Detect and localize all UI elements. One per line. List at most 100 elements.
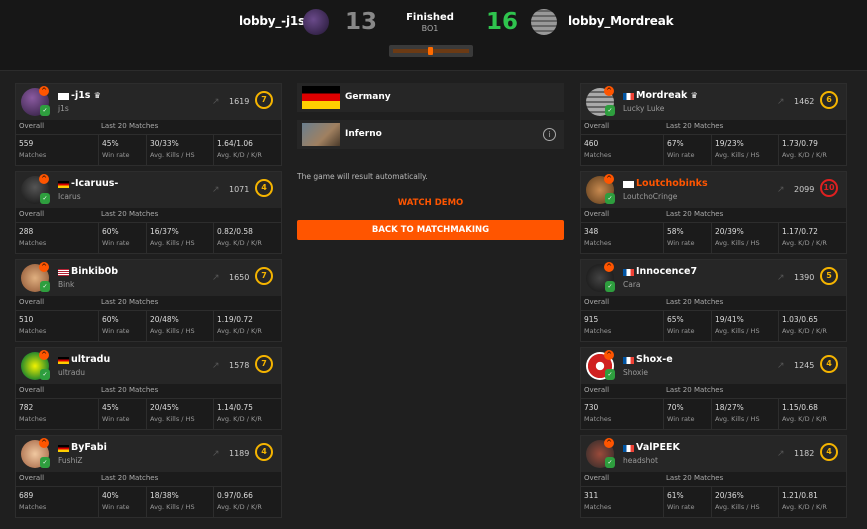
back-to-matchmaking-button[interactable]: BACK TO MATCHMAKING	[297, 220, 564, 240]
stats-section-header: Overall Last 20 Matches	[16, 473, 281, 485]
skill-level-badge: 4	[255, 179, 273, 197]
last20-label: Last 20 Matches	[101, 474, 159, 482]
stats-row: 460 Matches 67% Win rate 19/23% Avg. Kills / …	[581, 135, 846, 165]
last20-label: Last 20 Matches	[666, 122, 724, 130]
server-row: Germany	[297, 83, 564, 112]
stat-winrate: 45% Win rate	[98, 135, 146, 165]
player-card[interactable]: ^ ✓ Shox-e Shoxie ↗ 1245 4 Overall Last 20 Match…	[580, 347, 847, 430]
player-header: ^ ✓ Mordreak ♛ Lucky Luke ↗ 1462 6	[581, 84, 846, 120]
player-card[interactable]: ^ ✓ -j1s ♛ j1s ↗ 1619 7 Overall Last 20 Matches 5…	[15, 83, 282, 166]
verified-shield-icon: ✓	[40, 457, 50, 468]
stats-section-header: Overall Last 20 Matches	[16, 297, 281, 309]
trend-icon: ↗	[777, 185, 785, 195]
trend-icon: ↗	[212, 97, 220, 107]
player-name[interactable]: ByFabi	[71, 442, 107, 453]
player-name[interactable]: Loutchobinks	[636, 178, 708, 189]
team-right-score: 16	[486, 9, 519, 35]
stat-kills-hs: 20/48% Avg. Kills / HS	[146, 311, 213, 341]
player-name[interactable]: -j1s ♛	[71, 90, 101, 101]
match-progress-slider	[389, 45, 473, 57]
last20-label: Last 20 Matches	[666, 386, 724, 394]
player-card[interactable]: ^ ✓ ValPEEK headshot ↗ 1182 4 Overall Last 20 Ma…	[580, 435, 847, 518]
rank-badge-icon: ^	[604, 350, 614, 360]
stat-matches: 782 Matches	[19, 403, 47, 423]
trend-icon: ↗	[212, 185, 220, 195]
stat-winrate: 61% Win rate	[663, 487, 711, 517]
player-card[interactable]: ^ ✓ Binkib0b Bink ↗ 1650 7 Overall Last 20 Match…	[15, 259, 282, 342]
player-card[interactable]: ^ ✓ Innocence7 Cara ↗ 1390 5 Overall Last 20 Mat…	[580, 259, 847, 342]
verified-shield-icon: ✓	[40, 281, 50, 292]
overall-label: Overall	[19, 122, 45, 130]
player-card[interactable]: ^ ✓ Loutchobinks LoutchoCringe ↗ 2099 10 Overal…	[580, 171, 847, 254]
stat-matches: 311 Matches	[584, 491, 612, 511]
player-real-name: j1s	[58, 104, 69, 113]
verified-shield-icon: ✓	[605, 457, 615, 468]
overall-label: Overall	[19, 298, 45, 306]
player-name[interactable]: Binkib0b	[71, 266, 118, 277]
stat-kd-kr: 1.03/0.65 Avg. K/D / K/R	[778, 311, 846, 341]
player-name[interactable]: ValPEEK	[636, 442, 680, 453]
stats-row: 915 Matches 65% Win rate 19/41% Avg. Kills / …	[581, 311, 846, 341]
rank-badge-icon: ^	[604, 438, 614, 448]
player-name[interactable]: ultradu	[71, 354, 110, 365]
stat-winrate: 58% Win rate	[663, 223, 711, 253]
rank-badge-icon: ^	[604, 174, 614, 184]
player-elo: 1462	[794, 97, 815, 106]
stat-kd-kr: 0.82/0.58 Avg. K/D / K/R	[213, 223, 281, 253]
player-real-name: ultradu	[58, 368, 85, 377]
stats-row: 288 Matches 60% Win rate 16/37% Avg. Kills / …	[16, 223, 281, 253]
player-name[interactable]: -Icaruus-	[71, 178, 118, 189]
watch-demo-link[interactable]: WATCH DEMO	[297, 198, 564, 208]
player-elo: 1619	[229, 97, 250, 106]
stats-row: 510 Matches 60% Win rate 20/48% Avg. Kills / …	[16, 311, 281, 341]
rank-badge-icon: ^	[39, 174, 49, 184]
player-header: ^ ✓ ByFabi FushiZ ↗ 1189 4	[16, 436, 281, 472]
overall-label: Overall	[584, 122, 610, 130]
stat-kills-hs: 20/45% Avg. Kills / HS	[146, 399, 213, 429]
overall-label: Overall	[584, 210, 610, 218]
stat-matches: 915 Matches	[584, 315, 612, 335]
player-header: ^ ✓ ValPEEK headshot ↗ 1182 4	[581, 436, 846, 472]
info-icon[interactable]: i	[543, 128, 556, 141]
map-row: Inferno i	[297, 120, 564, 149]
player-name[interactable]: Shox-e	[636, 354, 673, 365]
verified-shield-icon: ✓	[605, 193, 615, 204]
skill-level-badge: 4	[820, 355, 838, 373]
stat-winrate: 60% Win rate	[98, 311, 146, 341]
stats-section-header: Overall Last 20 Matches	[581, 473, 846, 485]
player-elo: 1578	[229, 361, 250, 370]
player-header: ^ ✓ Binkib0b Bink ↗ 1650 7	[16, 260, 281, 296]
stat-kd-kr: 1.14/0.75 Avg. K/D / K/R	[213, 399, 281, 429]
player-card[interactable]: ^ ✓ -Icaruus- Icarus ↗ 1071 4 Overall Last 20 Ma…	[15, 171, 282, 254]
country-flag-icon	[623, 269, 634, 276]
germany-flag-icon	[302, 86, 340, 109]
stats-row: 782 Matches 45% Win rate 20/45% Avg. Kills / …	[16, 399, 281, 429]
player-card[interactable]: ^ ✓ ultradu ultradu ↗ 1578 7 Overall Last 20 Mat…	[15, 347, 282, 430]
stats-row: 689 Matches 40% Win rate 18/38% Avg. Kills / …	[16, 487, 281, 517]
last20-label: Last 20 Matches	[666, 298, 724, 306]
player-real-name: Icarus	[58, 192, 81, 201]
player-name[interactable]: Mordreak ♛	[636, 90, 698, 101]
stats-section-header: Overall Last 20 Matches	[16, 385, 281, 397]
team-left-name[interactable]: lobby_-j1s	[239, 14, 305, 28]
team-right-name[interactable]: lobby_Mordreak	[568, 14, 674, 28]
player-elo: 1071	[229, 185, 250, 194]
last20-label: Last 20 Matches	[101, 298, 159, 306]
stat-kd-kr: 1.64/1.06 Avg. K/D / K/R	[213, 135, 281, 165]
player-elo: 1245	[794, 361, 815, 370]
player-card[interactable]: ^ ✓ ByFabi FushiZ ↗ 1189 4 Overall Last 20 Match…	[15, 435, 282, 518]
player-name[interactable]: Innocence7	[636, 266, 697, 277]
overall-label: Overall	[584, 298, 610, 306]
stat-kd-kr: 1.15/0.68 Avg. K/D / K/R	[778, 399, 846, 429]
stat-matches: 689 Matches	[19, 491, 47, 511]
stat-winrate: 45% Win rate	[98, 399, 146, 429]
last20-label: Last 20 Matches	[666, 474, 724, 482]
country-flag-icon	[58, 357, 69, 364]
skill-level-badge: 6	[820, 91, 838, 109]
overall-label: Overall	[19, 474, 45, 482]
stat-winrate: 60% Win rate	[98, 223, 146, 253]
stat-kills-hs: 16/37% Avg. Kills / HS	[146, 223, 213, 253]
stats-row: 559 Matches 45% Win rate 30/33% Avg. Kills / …	[16, 135, 281, 165]
player-card[interactable]: ^ ✓ Mordreak ♛ Lucky Luke ↗ 1462 6 Overall Last …	[580, 83, 847, 166]
rank-badge-icon: ^	[604, 86, 614, 96]
